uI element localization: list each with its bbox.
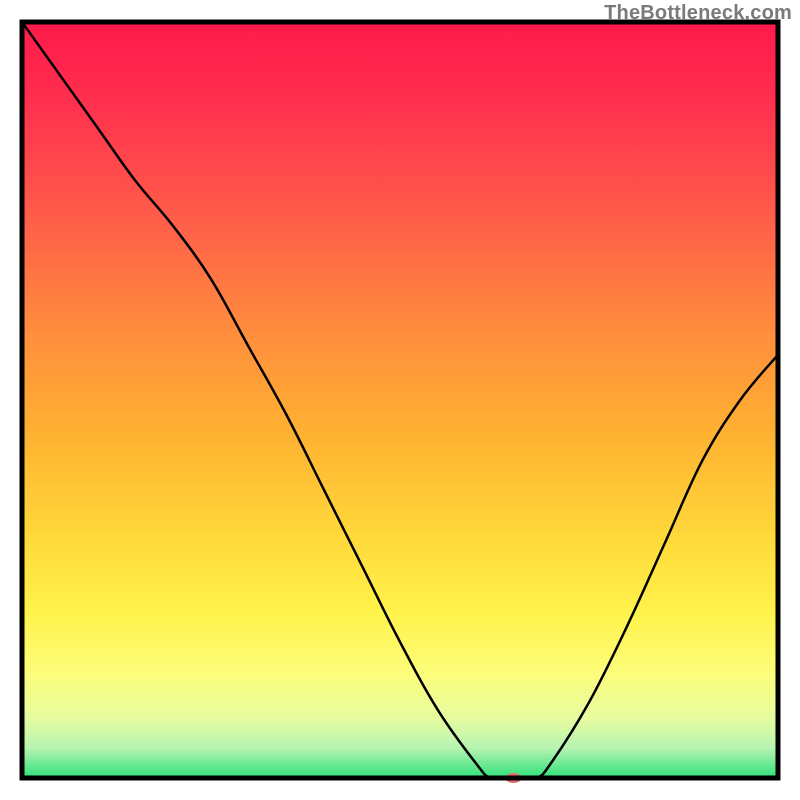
watermark-text: TheBottleneck.com xyxy=(604,2,792,25)
bottleneck-chart xyxy=(0,0,800,800)
gradient-background xyxy=(22,22,778,778)
plot-area xyxy=(22,22,778,783)
chart-stage: TheBottleneck.com xyxy=(0,0,800,800)
